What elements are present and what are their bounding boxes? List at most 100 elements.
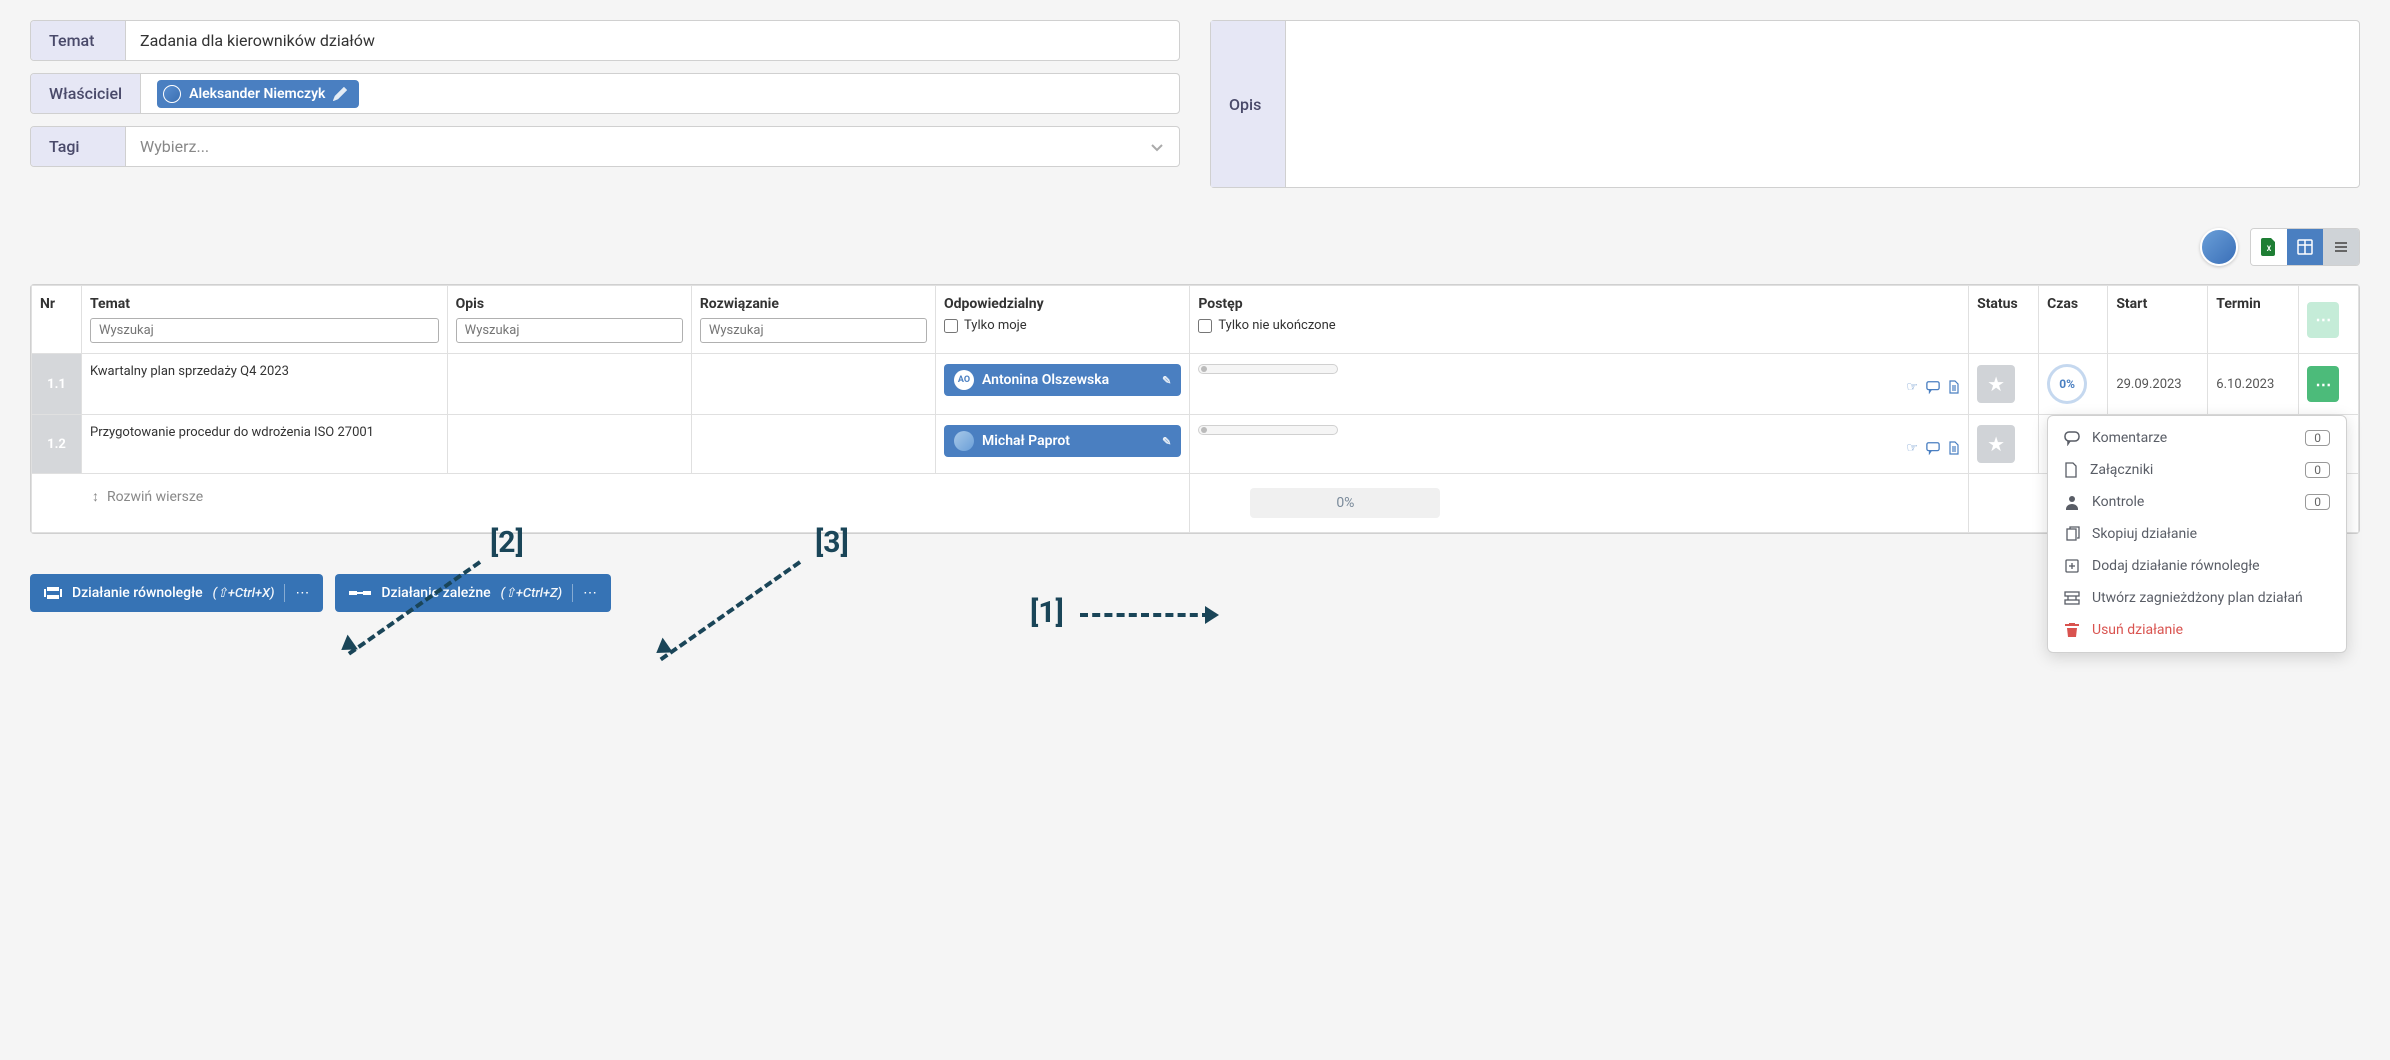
table-row[interactable]: 1.2 Przygotowanie procedur do wdrożenia … <box>32 415 2359 474</box>
user-avatar[interactable] <box>2200 228 2238 266</box>
row-assignee: Michał Paprot ✎ <box>936 415 1190 474</box>
th-time: Czas <box>2039 286 2108 354</box>
document-icon[interactable] <box>1948 380 1960 395</box>
tags-field[interactable]: Tagi Wybierz... <box>30 126 1180 167</box>
row-actions-button[interactable]: ⋯ <box>2307 366 2339 402</box>
progress-bar[interactable] <box>1198 364 1338 374</box>
expand-rows-toggle[interactable]: ↕ Rozwiń wiersze <box>92 488 1129 505</box>
expand-icon: ↕ <box>92 488 99 505</box>
time-badge[interactable]: 0% <box>2047 364 2087 404</box>
export-excel-button[interactable]: X <box>2251 229 2287 265</box>
only-unfinished-checkbox[interactable]: Tylko nie ukończone <box>1198 318 1960 333</box>
search-desc[interactable] <box>456 318 683 343</box>
badge: 0 <box>2305 462 2330 478</box>
chevron-down-icon[interactable] <box>1149 139 1165 155</box>
th-desc: Opis <box>447 286 691 354</box>
th-progress: Postęp Tylko nie ukończone <box>1190 286 1969 354</box>
menu-add-parallel[interactable]: Dodaj działanie równoległe <box>2048 550 2346 582</box>
svg-text:X: X <box>2267 245 2272 253</box>
search-solution[interactable] <box>700 318 927 343</box>
row-time: 0% <box>2039 354 2108 415</box>
th-topic: Temat <box>82 286 448 354</box>
tags-label: Tagi <box>31 127 126 166</box>
comment-icon <box>2064 430 2080 446</box>
menu-copy-action[interactable]: Skopiuj działanie <box>2048 518 2346 550</box>
star-button[interactable]: ★ <box>1977 425 2015 463</box>
trash-icon <box>2064 622 2080 638</box>
more-icon[interactable]: ⋯ <box>295 585 309 601</box>
row-desc[interactable] <box>447 415 691 474</box>
row-start[interactable]: 29.09.2023 <box>2108 354 2208 415</box>
topic-value[interactable]: Zadania dla kierowników działów <box>126 21 1179 60</box>
row-solution[interactable] <box>691 415 935 474</box>
row-progress: ☞ <box>1190 415 1969 474</box>
context-menu: Komentarze 0 Załączniki 0 Kontrole 0 <box>2047 415 2347 653</box>
pencil-icon[interactable]: ✎ <box>1162 374 1171 387</box>
menu-delete-action[interactable]: Usuń działanie <box>2048 614 2346 646</box>
assignee-chip[interactable]: AO Antonina Olszewska ✎ <box>944 364 1181 396</box>
description-panel: Opis <box>1210 20 2360 188</box>
document-icon[interactable] <box>1948 441 1960 456</box>
person-icon <box>2064 494 2080 510</box>
row-solution[interactable] <box>691 354 935 415</box>
row-desc[interactable] <box>447 354 691 415</box>
row-actions: ⋯ <box>2299 354 2359 415</box>
star-button[interactable]: ★ <box>1977 365 2015 403</box>
th-start: Start <box>2108 286 2208 354</box>
parallel-action-button[interactable]: Działanie równoległe (⇧+Ctrl+X) ⋯ <box>30 574 323 612</box>
search-topic[interactable] <box>90 318 439 343</box>
row-deadline[interactable]: 6.10.2023 <box>2208 354 2299 415</box>
comment-icon[interactable] <box>1926 380 1940 395</box>
description-content[interactable] <box>1286 21 2359 187</box>
menu-controls[interactable]: Kontrole 0 <box>2048 486 2346 518</box>
menu-comments[interactable]: Komentarze 0 <box>2048 422 2346 454</box>
pencil-icon <box>333 87 347 101</box>
pencil-icon[interactable]: ✎ <box>1162 435 1171 448</box>
progress-bar[interactable] <box>1198 425 1338 435</box>
parallel-icon <box>44 586 62 600</box>
th-nr: Nr <box>32 286 82 354</box>
row-topic[interactable]: Kwartalny plan sprzedaży Q4 2023 <box>82 354 448 415</box>
description-label: Opis <box>1211 21 1286 187</box>
row-nr: 1.2 <box>32 415 82 474</box>
row-assignee: AO Antonina Olszewska ✎ <box>936 354 1190 415</box>
assignee-chip[interactable]: Michał Paprot ✎ <box>944 425 1181 457</box>
owner-chip[interactable]: Aleksander Niemczyk <box>157 80 359 108</box>
view-table-button[interactable] <box>2287 229 2323 265</box>
table-icon <box>2297 239 2313 255</box>
expand-row: ↕ Rozwiń wiersze 0% <box>32 474 2359 533</box>
th-deadline: Termin <box>2208 286 2299 354</box>
row-topic[interactable]: Przygotowanie procedur do wdrożenia ISO … <box>82 415 448 474</box>
th-responsible: Odpowiedzialny Tylko moje <box>936 286 1190 354</box>
owner-name: Aleksander Niemczyk <box>189 86 325 102</box>
th-solution: Rozwiązanie <box>691 286 935 354</box>
menu-create-nested[interactable]: Utwórz zagnieżdżony plan działań <box>2048 582 2346 614</box>
avatar-icon <box>163 85 181 103</box>
comment-icon[interactable] <box>1926 441 1940 456</box>
excel-icon: X <box>2261 238 2277 256</box>
table-row[interactable]: 1.1 Kwartalny plan sprzedaży Q4 2023 AO … <box>32 354 2359 415</box>
header-actions-button[interactable]: ⋯ <box>2307 302 2339 338</box>
view-list-button[interactable] <box>2323 229 2359 265</box>
more-icon[interactable]: ⋯ <box>583 585 597 601</box>
dependent-icon <box>349 588 371 598</box>
dependent-action-button[interactable]: Działanie zależne (⇧+Ctrl+Z) ⋯ <box>335 574 611 612</box>
row-status: ★ <box>1969 354 2039 415</box>
badge: 0 <box>2305 494 2330 510</box>
owner-label: Właściciel <box>31 74 141 113</box>
copy-icon <box>2064 526 2080 542</box>
assignee-initials: AO <box>954 370 974 390</box>
menu-attachments[interactable]: Załączniki 0 <box>2048 454 2346 486</box>
point-icon[interactable]: ☞ <box>1906 441 1918 456</box>
th-actions: ⋯ <box>2299 286 2359 354</box>
nested-icon <box>2064 590 2080 606</box>
tasks-table: Nr Temat Opis Rozwiązanie <box>30 284 2360 534</box>
document-icon <box>2064 462 2078 478</box>
point-icon[interactable]: ☞ <box>1906 380 1918 395</box>
row-nr: 1.1 <box>32 354 82 415</box>
footer-progress: 0% <box>1250 488 1440 518</box>
list-icon <box>2333 239 2349 255</box>
badge: 0 <box>2305 430 2330 446</box>
only-mine-checkbox[interactable]: Tylko moje <box>944 318 1181 333</box>
topic-label: Temat <box>31 21 126 60</box>
